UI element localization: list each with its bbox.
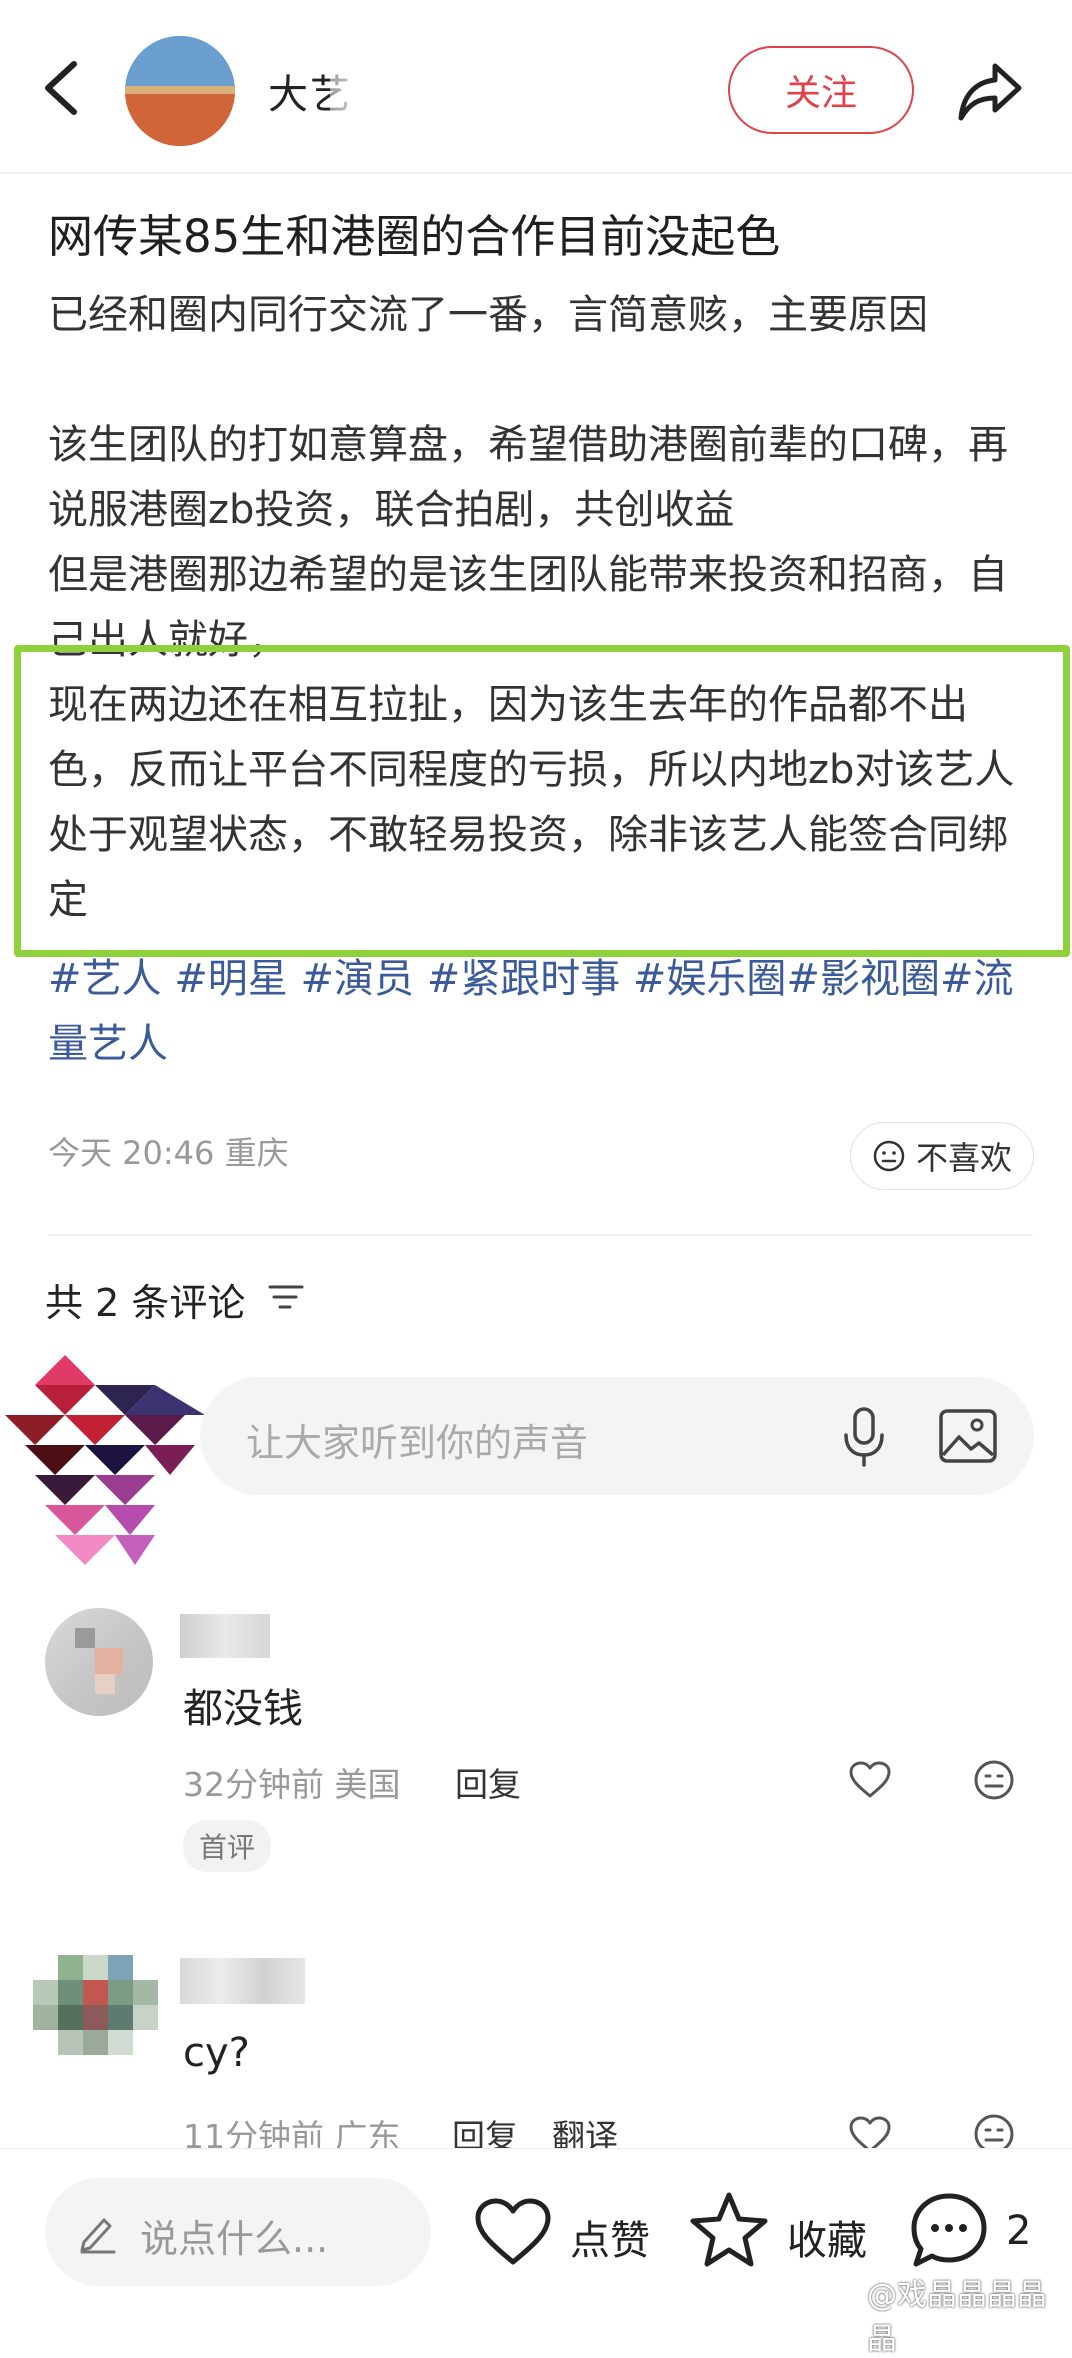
- my-avatar: [5, 1355, 205, 1585]
- post-tags[interactable]: #艺人 #明星 #演员 #紧跟时事 #娱乐圈#影视圈#流量艺人: [48, 947, 1048, 1077]
- back-button[interactable]: [38, 58, 88, 118]
- post-meta: 今天 20:46 重庆: [48, 1134, 289, 1172]
- like-button[interactable]: [473, 2196, 553, 2268]
- image-icon[interactable]: [937, 1405, 999, 1467]
- neutral-face-icon: [974, 1760, 1014, 1800]
- follow-button[interactable]: 关注: [728, 46, 914, 134]
- author-avatar[interactable]: [125, 36, 235, 146]
- like-label[interactable]: 点赞: [570, 2208, 650, 2266]
- say-something-placeholder: 说点什么...: [140, 2217, 329, 2261]
- comment-text: 都没钱: [183, 1686, 303, 1732]
- share-arrow-icon: [958, 63, 1022, 121]
- comment-button[interactable]: [908, 2190, 990, 2272]
- comment-text: cy?: [183, 2030, 250, 2076]
- header-divider: [0, 172, 1072, 174]
- share-button[interactable]: [955, 58, 1025, 124]
- blurred-avatar-image: [33, 1955, 158, 2055]
- sort-icon[interactable]: [268, 1282, 304, 1312]
- avatar-image: [125, 36, 235, 146]
- section-divider: [48, 1234, 1033, 1236]
- commenter-name-blurred[interactable]: [180, 1958, 305, 2004]
- comments-count: 共 2 条评论: [45, 1281, 246, 1325]
- pen-icon: [76, 2210, 120, 2254]
- blurred-avatar-image: [75, 1628, 123, 1694]
- star-icon: [690, 2192, 768, 2267]
- post-title: 网传某85生和港圈的合作目前没起色: [48, 210, 781, 263]
- speech-bubble-icon: [911, 2193, 987, 2267]
- collect-button[interactable]: [688, 2190, 770, 2270]
- post-paragraph: 已经和圈内同行交流了一番，言简意赅，主要原因: [48, 292, 928, 338]
- dislike-label: 不喜欢: [915, 1139, 1012, 1177]
- highlight-box: [14, 645, 1070, 957]
- dislike-button[interactable]: 不喜欢: [850, 1122, 1034, 1190]
- comment-input-placeholder: 让大家听到你的声音: [246, 1421, 589, 1465]
- comment-meta: 32分钟前 美国: [183, 1765, 401, 1804]
- first-comment-badge: 首评: [183, 1820, 272, 1872]
- post-paragraph: 该生团队的打如意算盘，希望借助港圈前辈的口碑，再说服港圈zb投资，联合拍剧，共创…: [48, 422, 1008, 533]
- like-comment-button[interactable]: [848, 1760, 892, 1800]
- author-name-blur: [330, 56, 410, 114]
- dislike-comment-button[interactable]: [972, 1758, 1016, 1802]
- commenter-avatar[interactable]: [33, 1940, 163, 2070]
- neutral-face-icon: [873, 1140, 905, 1172]
- collect-label[interactable]: 收藏: [787, 2208, 867, 2266]
- chevron-left-icon: [45, 61, 77, 115]
- commenter-name-blurred[interactable]: [180, 1614, 270, 1658]
- heart-icon: [849, 1761, 891, 1798]
- comment-count[interactable]: 2: [1006, 2208, 1031, 2254]
- watermark: @戏晶晶晶晶晶: [867, 2278, 1047, 2357]
- heart-icon: [475, 2198, 551, 2265]
- reply-button[interactable]: 回复: [455, 1758, 521, 1806]
- commenter-avatar[interactable]: [45, 1608, 153, 1716]
- mosaic-avatar-image: [5, 1355, 205, 1565]
- microphone-icon[interactable]: [836, 1405, 892, 1469]
